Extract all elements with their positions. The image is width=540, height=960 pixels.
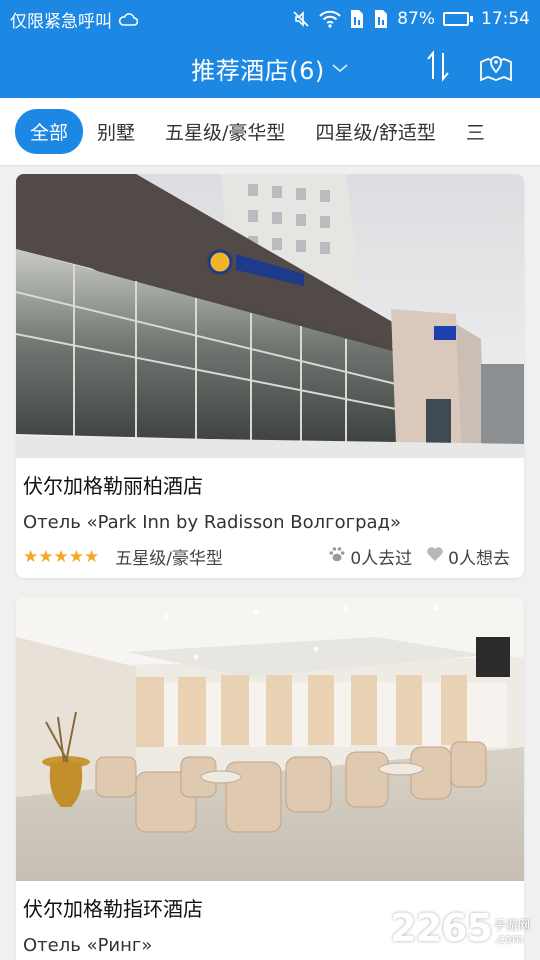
- hotel-info: 伏尔加格勒丽柏酒店 Отель «Park Inn by Radisson Во…: [16, 458, 524, 569]
- sort-button[interactable]: [420, 50, 456, 86]
- carrier-text: 仅限紧急呼叫: [10, 11, 112, 32]
- hotel-local-name: Отель «Park Inn by Radisson Волгоград»: [23, 512, 402, 533]
- app-header: 推荐酒店(6): [0, 38, 540, 98]
- heart-icon: [426, 546, 444, 567]
- chevron-down-icon: [331, 59, 349, 78]
- hotel-meta: ★★★★★ 五星级/豪华型 0人去过 0人想去: [23, 544, 518, 570]
- sim2-icon: [373, 9, 389, 29]
- visited-text: 0人去过: [350, 549, 413, 569]
- watermark-suffix: 手游网: [493, 918, 530, 932]
- watermark-number: 2265: [390, 906, 493, 950]
- status-icons: 87% 17:54: [291, 9, 530, 29]
- wanted-count[interactable]: 0人想去: [426, 544, 510, 569]
- wifi-icon: [319, 10, 341, 28]
- hotel-photo: [16, 597, 524, 881]
- watermark-domain: .com: [493, 932, 524, 946]
- battery-percent: 87%: [397, 9, 435, 29]
- cloud-icon: [118, 12, 138, 26]
- hotel-level: 五星级/豪华型: [115, 549, 223, 569]
- tab-five-star[interactable]: 五星级/豪华型: [165, 118, 285, 145]
- tab-three-star[interactable]: 三: [466, 118, 485, 145]
- carrier-info: 仅限紧急呼叫: [10, 7, 138, 32]
- map-button[interactable]: [476, 50, 516, 86]
- wanted-text: 0人想去: [448, 549, 510, 569]
- site-watermark: 2265 手游网 .com: [380, 906, 530, 950]
- star-rating: ★★★★★: [23, 546, 100, 567]
- mute-icon: [291, 9, 311, 29]
- tab-four-star[interactable]: 四星级/舒适型: [315, 118, 435, 145]
- hotel-photo: [16, 174, 524, 458]
- hotel-name: 伏尔加格勒丽柏酒店: [23, 474, 203, 498]
- battery-icon: [443, 12, 473, 26]
- tab-all[interactable]: 全部: [15, 109, 84, 154]
- sort-arrows-icon: [424, 49, 452, 87]
- title-dropdown[interactable]: 推荐酒店(6): [0, 38, 540, 98]
- page-title: 推荐酒店(6): [191, 56, 325, 85]
- paw-icon: [328, 545, 346, 568]
- visited-count[interactable]: 0人去过: [328, 544, 412, 569]
- clock: 17:54: [481, 9, 530, 29]
- tab-villa[interactable]: 别墅: [97, 118, 135, 145]
- hotel-card[interactable]: 伏尔加格勒丽柏酒店 Отель «Park Inn by Radisson Во…: [16, 174, 524, 578]
- status-bar: 仅限紧急呼叫 87% 17:54: [0, 0, 540, 38]
- sim1-icon: [349, 9, 365, 29]
- category-tabs: 全部 别墅 五星级/豪华型 四星级/舒适型 三: [0, 98, 540, 166]
- map-pin-icon: [479, 50, 513, 86]
